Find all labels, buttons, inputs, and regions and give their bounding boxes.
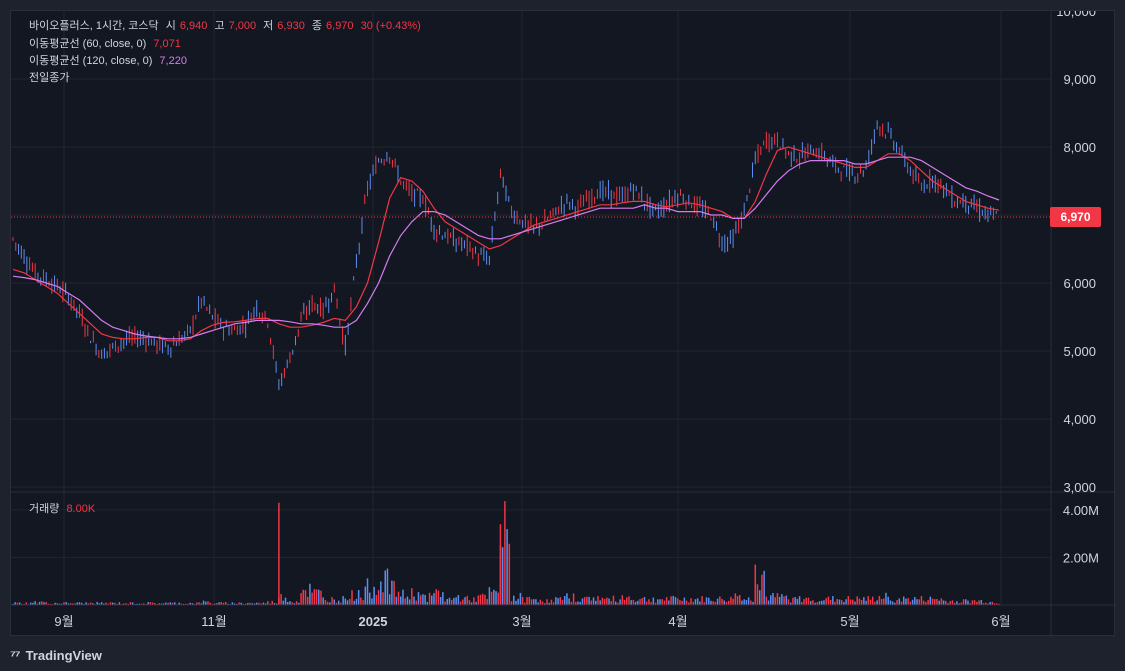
time-tick-label: 4월 bbox=[668, 614, 687, 629]
prev-close-label: 전일종가 bbox=[29, 72, 70, 84]
price-tick-label: 8,000 bbox=[1063, 140, 1096, 155]
time-tick-label: 6월 bbox=[991, 614, 1010, 629]
ma60-legend[interactable]: 이동평균선 (60, close, 0) 7,071 bbox=[29, 37, 185, 51]
time-tick-label: 9월 bbox=[54, 614, 73, 629]
ma60-value: 7,071 bbox=[153, 38, 181, 50]
time-tick-label: 11월 bbox=[201, 614, 226, 629]
ma120-line bbox=[12, 156, 1000, 340]
price-tick-label: 3,000 bbox=[1063, 480, 1096, 495]
ma120-label: 이동평균선 (120, close, 0) bbox=[29, 55, 153, 67]
close-label: 종 bbox=[311, 20, 323, 32]
volume-value: 8.00K bbox=[66, 503, 96, 515]
price-tick-label: 5,000 bbox=[1063, 344, 1096, 359]
close-value: 6,970 bbox=[326, 20, 354, 32]
volume-legend[interactable]: 거래량 8.00K bbox=[29, 502, 99, 516]
time-tick-label: 2025 bbox=[359, 614, 388, 629]
ma60-line bbox=[12, 146, 1000, 342]
low-value: 6,930 bbox=[277, 20, 305, 32]
last-price-badge: 6,970 bbox=[1050, 207, 1101, 227]
symbol-label: 바이오플러스, 1시간, 코스닥 bbox=[29, 20, 159, 32]
chart-frame[interactable]: 10,000 9,000 8,000 7,000 6,000 5,000 4,000 3,00… bbox=[10, 10, 1116, 637]
time-tick-label: 5월 bbox=[840, 614, 859, 629]
price-tick-label: 4,000 bbox=[1063, 412, 1096, 427]
volume-tick-label: 4.00M bbox=[1063, 503, 1099, 518]
open-label: 시 bbox=[165, 20, 176, 32]
header-legend: 바이오플러스, 1시간, 코스닥 시 6,940 고 7,000 저 6,930 종6… bbox=[29, 19, 425, 33]
tradingview-logo-icon: ⁷⁷ bbox=[10, 647, 21, 663]
price-tick-label: 9,000 bbox=[1063, 72, 1096, 87]
price-tick-label: 6,000 bbox=[1063, 276, 1096, 291]
ma60-label: 이동평균선 (60, close, 0) bbox=[29, 38, 147, 50]
price-tick-label: 10,000 bbox=[1056, 11, 1096, 19]
time-tick-label: 3월 bbox=[512, 614, 531, 629]
brand-label: TradingView bbox=[25, 647, 102, 663]
price-chart[interactable]: 10,000 9,000 8,000 7,000 6,000 5,000 4,000 3,00… bbox=[11, 11, 1116, 637]
footer[interactable]: ⁷⁷ TradingView bbox=[10, 645, 102, 665]
ma120-value: 7,220 bbox=[159, 55, 187, 67]
volume-tick-label: 2.00M bbox=[1063, 550, 1099, 565]
high-label: 고 bbox=[214, 20, 225, 32]
prev-close-legend[interactable]: 전일종가 bbox=[29, 71, 73, 85]
high-value: 7,000 bbox=[228, 20, 257, 32]
change-value: 30 (+0.43%) bbox=[360, 20, 421, 32]
volume-label: 거래량 bbox=[29, 503, 60, 515]
ma120-legend[interactable]: 이동평균선 (120, close, 0) 7,220 bbox=[29, 54, 191, 68]
low-label: 저 bbox=[263, 20, 274, 32]
open-value: 6,940 bbox=[179, 20, 208, 32]
